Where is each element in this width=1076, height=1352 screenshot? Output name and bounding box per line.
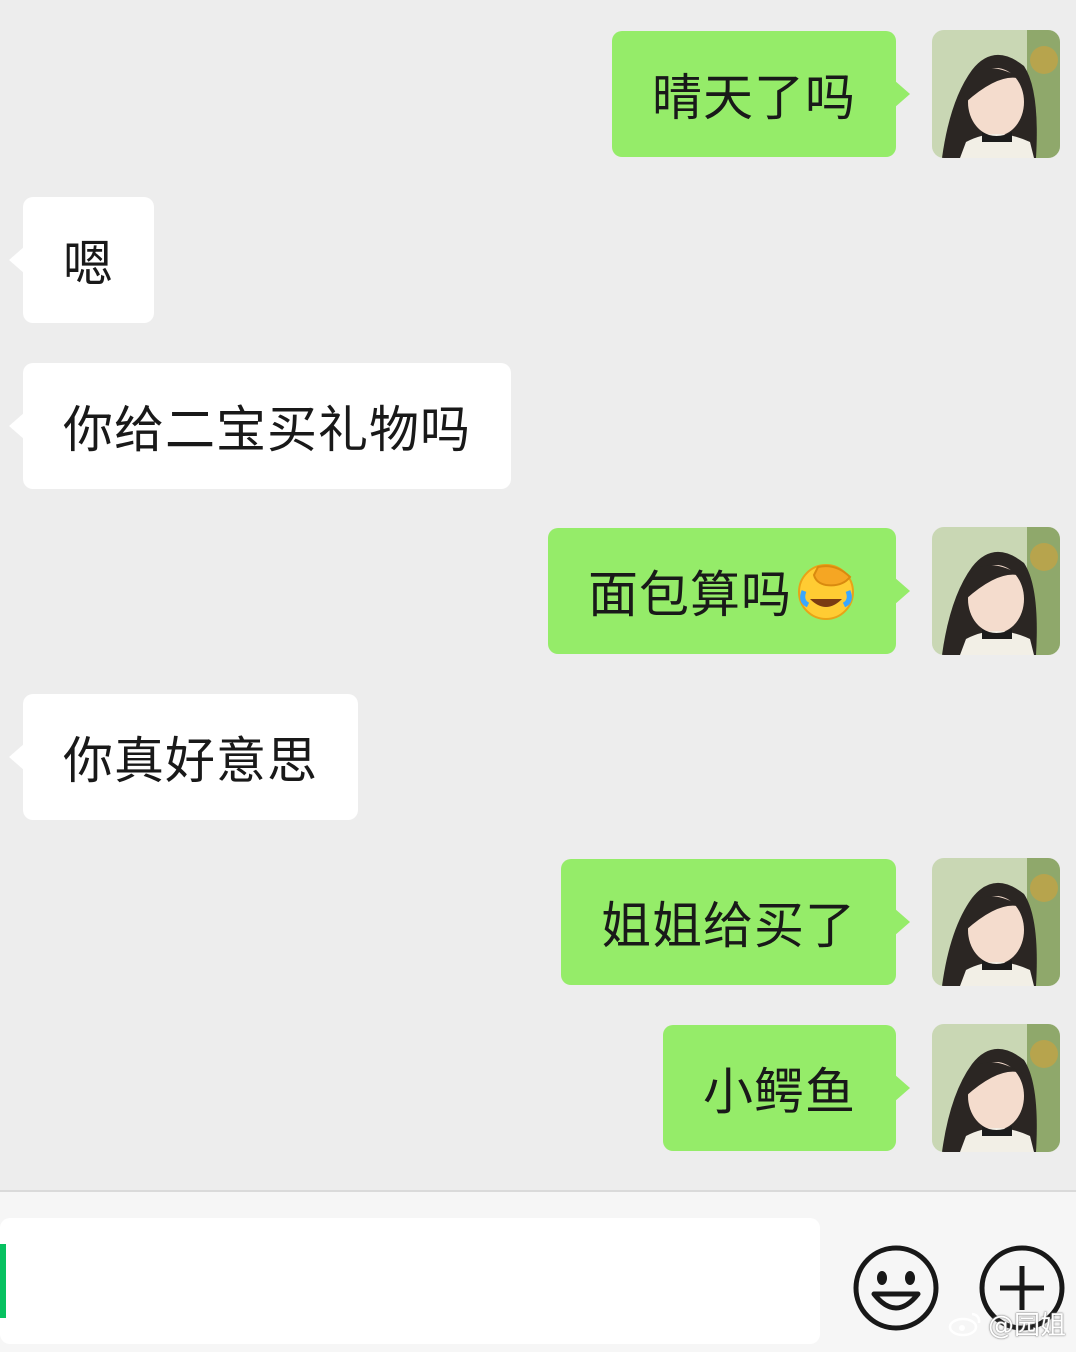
sent-bubble[interactable]: 晴天了吗 xyxy=(612,31,910,157)
message-text: 你真好意思 xyxy=(63,732,318,790)
message-row: 你给二宝买礼物吗 xyxy=(0,362,1076,490)
avatar-image xyxy=(932,527,1060,655)
received-bubble[interactable]: 你真好意思 xyxy=(9,694,358,820)
smiley-icon[interactable] xyxy=(850,1242,942,1334)
message-row: 你真好意思 xyxy=(0,693,1076,821)
avatar[interactable] xyxy=(932,30,1060,158)
message-text: 嗯 xyxy=(63,235,114,293)
message-input[interactable] xyxy=(0,1218,820,1344)
received-bubble[interactable]: 你给二宝买礼物吗 xyxy=(9,363,511,489)
avatar-image xyxy=(932,858,1060,986)
message-row: 小鳄鱼 xyxy=(0,1024,1076,1152)
message-text: 面包算吗 xyxy=(588,566,792,624)
message-text: 你给二宝买礼物吗 xyxy=(63,401,471,459)
message-row: 姐姐给买了 xyxy=(0,858,1076,986)
avatar[interactable] xyxy=(932,1024,1060,1152)
text-cursor xyxy=(0,1244,6,1318)
message-row: 晴天了吗 xyxy=(0,30,1076,158)
weibo-logo-icon xyxy=(948,1312,981,1336)
sent-bubble[interactable]: 面包算吗 xyxy=(548,528,910,654)
avatar-image xyxy=(932,1024,1060,1152)
message-row: 面包算吗 xyxy=(0,527,1076,655)
avatar-image xyxy=(932,30,1060,158)
chat-history: 晴天了吗 嗯 你给二宝买礼物吗 面包算吗 你真好意思 姐姐给买了 小鳄鱼 xyxy=(0,0,1076,1190)
watermark: @园姐 xyxy=(948,1305,1066,1342)
message-text: 晴天了吗 xyxy=(652,69,856,127)
avatar[interactable] xyxy=(932,527,1060,655)
input-bar: @园姐 xyxy=(0,1190,1076,1352)
sent-bubble[interactable]: 小鳄鱼 xyxy=(663,1025,910,1151)
face-palm-laughing-emoji xyxy=(798,564,854,620)
message-row: 嗯 xyxy=(0,196,1076,324)
sent-bubble[interactable]: 姐姐给买了 xyxy=(561,859,910,985)
message-text: 姐姐给买了 xyxy=(601,897,856,955)
received-bubble[interactable]: 嗯 xyxy=(9,197,154,323)
watermark-text: @园姐 xyxy=(987,1311,1066,1341)
message-text: 小鳄鱼 xyxy=(703,1063,856,1121)
avatar[interactable] xyxy=(932,858,1060,986)
